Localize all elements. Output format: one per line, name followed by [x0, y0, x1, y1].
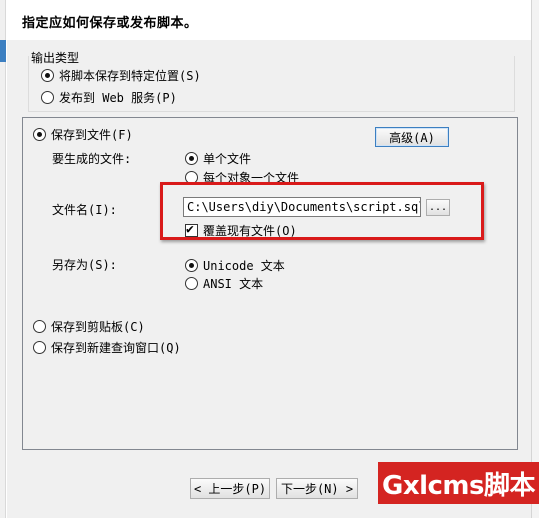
left-nav-strip — [0, 0, 6, 518]
radio-indicator — [33, 128, 46, 141]
radio-single-file[interactable]: 单个文件 — [185, 150, 251, 167]
left-nav-selected-indicator — [0, 40, 6, 62]
radio-indicator — [41, 69, 54, 82]
radio-single-file-label: 单个文件 — [203, 152, 252, 166]
save-as-label: 另存为(S): — [52, 258, 117, 272]
radio-save-to-file-label: 保存到文件(F) — [51, 128, 133, 142]
radio-save-to-query-window-label: 保存到新建查询窗口(Q) — [51, 341, 181, 355]
page-title: 指定应如何保存或发布脚本。 — [22, 16, 198, 31]
radio-publish-web-service-label: 发布到 Web 服务(P) — [59, 91, 177, 105]
files-to-generate-label: 要生成的文件: — [52, 152, 132, 166]
radio-indicator — [185, 259, 198, 272]
radio-indicator — [185, 277, 198, 290]
radio-indicator — [41, 91, 54, 104]
output-type-label: 输出类型 — [31, 51, 80, 65]
radio-ansi-text[interactable]: ANSI 文本 — [185, 275, 263, 292]
next-button[interactable]: 下一步(N) > — [276, 478, 358, 499]
radio-save-to-clipboard[interactable]: 保存到剪贴板(C) — [33, 318, 145, 335]
radio-save-to-query-window[interactable]: 保存到新建查询窗口(Q) — [33, 339, 181, 356]
watermark-logo: Gxlcms脚本 — [378, 462, 539, 504]
filename-label: 文件名(I): — [52, 203, 117, 217]
radio-save-to-location[interactable]: 将脚本保存到特定位置(S) — [41, 67, 201, 84]
radio-save-to-clipboard-label: 保存到剪贴板(C) — [51, 320, 145, 334]
radio-unicode-text-label: Unicode 文本 — [203, 259, 285, 273]
right-scroll-strip — [531, 0, 539, 518]
radio-save-to-location-label: 将脚本保存到特定位置(S) — [59, 69, 201, 83]
radio-unicode-text[interactable]: Unicode 文本 — [185, 257, 285, 274]
advanced-button[interactable]: 高级(A) — [375, 127, 449, 147]
radio-publish-web-service[interactable]: 发布到 Web 服务(P) — [41, 89, 177, 106]
highlight-box — [160, 182, 484, 240]
radio-save-to-file[interactable]: 保存到文件(F) — [33, 126, 133, 143]
radio-indicator — [33, 341, 46, 354]
radio-ansi-text-label: ANSI 文本 — [203, 277, 264, 291]
previous-button[interactable]: < 上一步(P) — [190, 478, 270, 499]
radio-indicator — [185, 152, 198, 165]
radio-indicator — [33, 320, 46, 333]
